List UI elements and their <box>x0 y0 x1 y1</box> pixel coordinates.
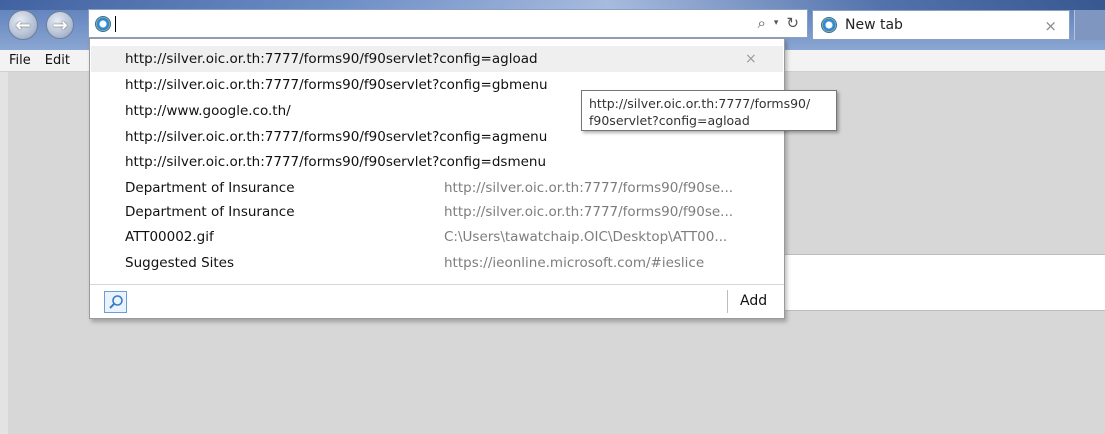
favorite-item[interactable]: Department of Insurance http://silver.oi… <box>91 175 783 201</box>
text-caret <box>115 15 116 32</box>
tooltip-line-1: http://silver.oic.or.th:7777/forms90/ <box>589 96 811 111</box>
content-panel <box>784 254 1105 311</box>
internet-explorer-icon <box>821 17 837 33</box>
favorite-item[interactable]: Department of Insurance http://silver.oi… <box>91 199 783 225</box>
favorite-address: http://silver.oic.or.th:7777/forms90/f90… <box>444 204 734 220</box>
favorite-address: http://silver.oic.or.th:7777/forms90/f90… <box>444 180 734 196</box>
favorite-title: Suggested Sites <box>125 255 235 271</box>
history-item[interactable]: http://silver.oic.or.th:7777/forms90/f90… <box>91 149 783 175</box>
history-url: http://silver.oic.or.th:7777/forms90/f90… <box>125 77 548 93</box>
tab-new-tab[interactable]: New tab × <box>812 10 1070 40</box>
add-button[interactable]: Add <box>740 293 767 309</box>
search-icon[interactable]: ⌕ <box>757 14 765 32</box>
back-arrow-icon[interactable]: ← <box>8 10 38 40</box>
address-bar[interactable]: ⌕ ▾ ↻ <box>88 9 808 38</box>
history-url: http://silver.oic.or.th:7777/forms90/f90… <box>125 51 538 67</box>
history-url: http://silver.oic.or.th:7777/forms90/f90… <box>125 154 547 170</box>
history-item[interactable]: http://silver.oic.or.th:7777/forms90/f90… <box>91 46 783 72</box>
favorite-item[interactable]: ATT00002.gif C:\Users\tawatchaip.OIC\Des… <box>91 224 783 250</box>
favorite-title: ATT00002.gif <box>125 229 214 245</box>
search-glyph <box>108 295 123 309</box>
tooltip-line-2: f90servlet?config=agload <box>589 113 750 128</box>
address-tools: ⌕ ▾ ↻ <box>757 14 799 32</box>
menu-edit[interactable]: Edit <box>31 53 70 68</box>
favorite-item[interactable]: Suggested Sites https://ieonline.microso… <box>91 250 783 276</box>
favorite-title: Department of Insurance <box>125 180 295 196</box>
new-tab-button[interactable] <box>1074 10 1105 40</box>
history-url: http://silver.oic.or.th:7777/forms90/f90… <box>125 129 548 145</box>
back-arrow-glyph: ← <box>15 14 31 36</box>
history-url: http://www.google.co.th/ <box>125 103 291 119</box>
internet-explorer-icon <box>95 15 111 32</box>
url-tooltip: http://silver.oic.or.th:7777/forms90/ f9… <box>581 90 837 131</box>
favorite-address: C:\Users\tawatchaip.OIC\Desktop\ATT00... <box>444 229 728 245</box>
refresh-icon[interactable]: ↻ <box>786 14 799 32</box>
favorite-address: https://ieonline.microsoft.com/#ieslice <box>444 255 705 271</box>
left-edge <box>0 72 8 434</box>
footer-divider <box>727 290 728 313</box>
dropdown-footer: Add <box>90 284 784 318</box>
forward-arrow-glyph: → <box>52 14 68 36</box>
search-icon[interactable] <box>104 291 127 313</box>
address-autocomplete-dropdown: http://silver.oic.or.th:7777/forms90/f90… <box>89 38 785 319</box>
close-icon[interactable]: × <box>745 51 757 67</box>
chevron-down-icon[interactable]: ▾ <box>774 18 779 28</box>
close-icon[interactable]: × <box>1044 17 1057 35</box>
menu-file[interactable]: File <box>0 53 31 68</box>
favorite-title: Department of Insurance <box>125 204 295 220</box>
forward-arrow-icon[interactable]: → <box>46 11 74 39</box>
tab-label: New tab <box>845 17 903 33</box>
